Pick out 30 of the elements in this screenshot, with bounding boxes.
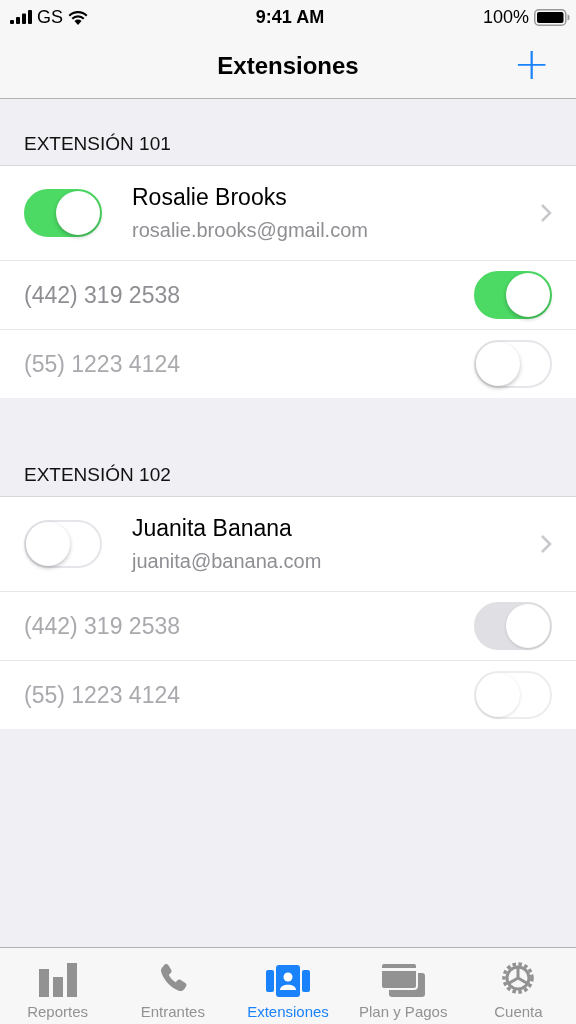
- tab-item[interactable]: Cuenta: [460, 948, 576, 1024]
- phone-number: (442) 319 2538: [24, 281, 180, 309]
- battery-percent: 100%: [482, 6, 529, 28]
- clock-time: 9:41 AM: [255, 6, 325, 28]
- phone-number: (55) 1223 4124: [24, 350, 180, 378]
- battery-icon: [534, 8, 570, 26]
- bar-chart-icon: [38, 963, 77, 997]
- member-email: juanita@banana.com: [132, 550, 323, 573]
- member-email: rosalie.brooks@gmail.com: [132, 219, 369, 242]
- page-title: Extensiones: [217, 52, 359, 80]
- section-header: EXTENSIÓN 102: [24, 464, 171, 486]
- tab-item[interactable]: Entrantes: [115, 948, 231, 1024]
- wifi-icon: [68, 9, 88, 25]
- tab-item[interactable]: Plan y Pagos: [345, 948, 461, 1024]
- chevron-icon[interactable]: [540, 534, 552, 554]
- section-header: EXTENSIÓN 101: [24, 133, 171, 155]
- chevron-icon[interactable]: [540, 203, 552, 223]
- cards-icon: [381, 963, 426, 997]
- toggle-switch[interactable]: [474, 271, 552, 319]
- signal-icon: [10, 10, 32, 24]
- tab-item[interactable]: Extensiones: [230, 948, 346, 1024]
- member-name: Rosalie Brooks: [132, 184, 288, 211]
- toggle-switch[interactable]: [24, 189, 102, 237]
- carrier-name: GS: [37, 6, 63, 28]
- phone-number: (442) 319 2538: [24, 612, 180, 640]
- member-name: Juanita Banana: [132, 515, 293, 542]
- phone-number: (55) 1223 4124: [24, 681, 180, 709]
- add-button[interactable]: +: [507, 42, 556, 86]
- tab-item[interactable]: Reportes: [0, 948, 116, 1024]
- contacts-icon: [266, 965, 310, 997]
